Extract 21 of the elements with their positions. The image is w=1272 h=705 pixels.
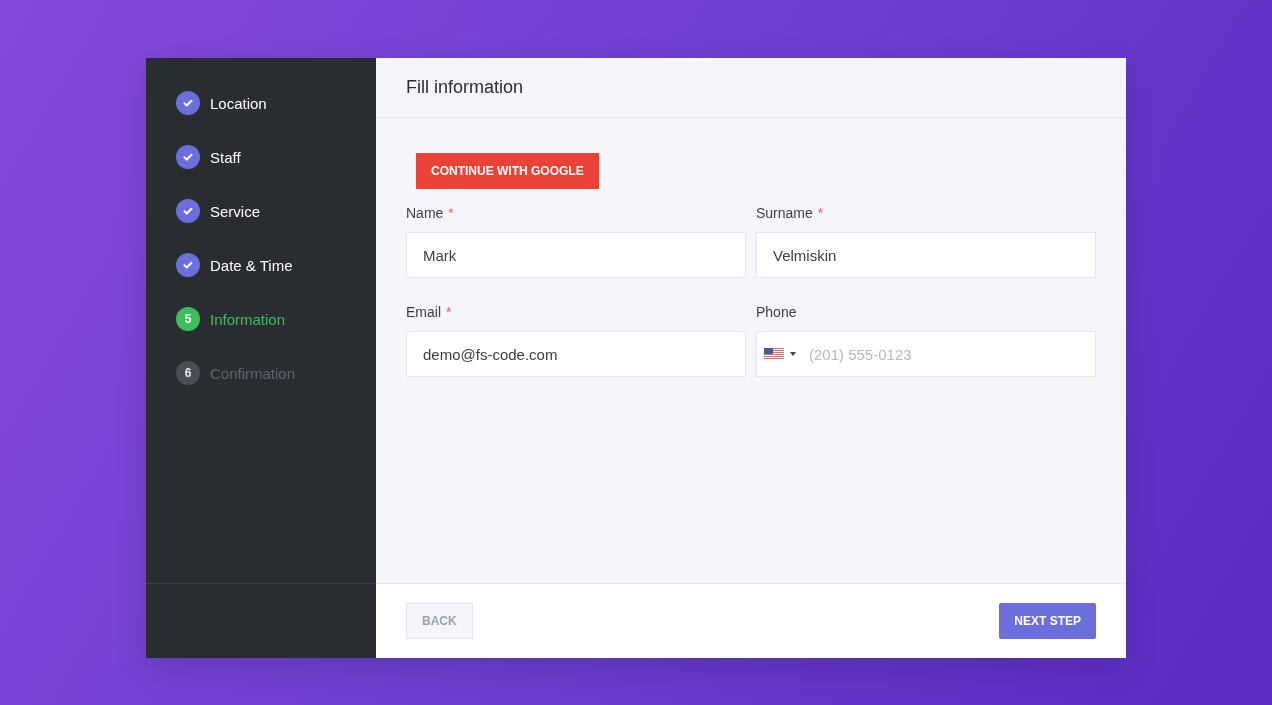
flag-icon (764, 348, 784, 360)
step-label[interactable]: Date & Time (210, 256, 293, 274)
next-step-button[interactable]: NEXT STEP (999, 603, 1096, 639)
input-field[interactable]: Mark (406, 232, 746, 278)
google-button[interactable]: CONTINUE WITH GOOGLE (416, 153, 599, 189)
step-label[interactable]: Location (210, 94, 267, 112)
input-field[interactable]: Velmiskin (756, 232, 1096, 278)
step-number: 5 (176, 307, 200, 331)
caret-icon (790, 352, 796, 356)
step-label[interactable]: Service (210, 202, 261, 220)
country-dropdown[interactable] (764, 348, 796, 360)
input-field[interactable]: demo@fs-code.com (406, 331, 746, 377)
field-label: Surname * (756, 204, 825, 223)
step-label[interactable]: Information (210, 310, 286, 328)
field-label: Name * (406, 204, 455, 223)
step-number: 6 (176, 361, 200, 385)
phone-field[interactable]: (201) 555-0123 (756, 331, 1096, 377)
step-label[interactable]: Staff (210, 148, 241, 166)
field-label: Email * (406, 303, 453, 322)
field-label: Phone (756, 303, 798, 322)
panel-title: Fill information (406, 77, 524, 98)
